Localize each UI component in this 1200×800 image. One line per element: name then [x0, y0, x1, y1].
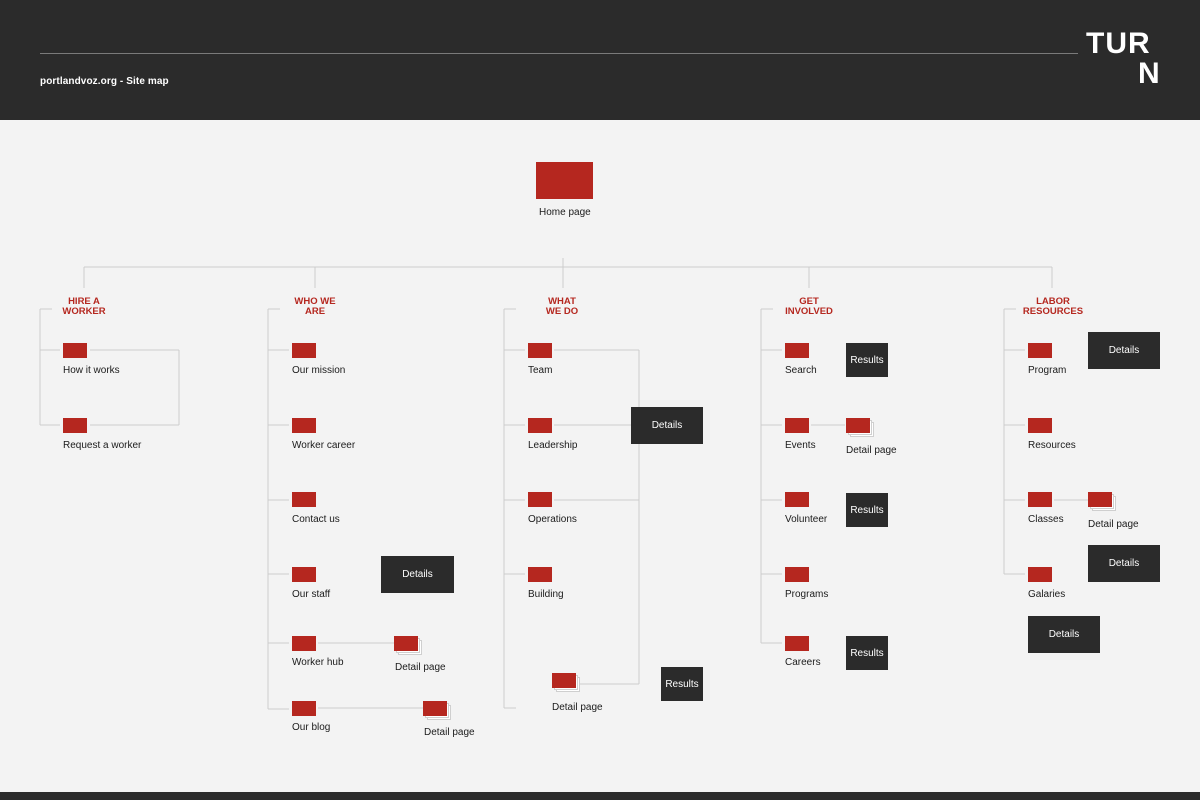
- page-thumbnail[interactable]: [292, 567, 316, 582]
- category-get-involved: GET INVOLVED: [764, 297, 854, 317]
- page-label-operations: Operations: [528, 514, 577, 525]
- category-hire-a-worker: HIRE A WORKER: [39, 297, 129, 317]
- page-label-classes: Classes: [1028, 514, 1064, 525]
- page-label-events: Events: [785, 440, 816, 451]
- page-label-our-staff: Our staff: [292, 589, 331, 600]
- category-line2: INVOLVED: [785, 306, 833, 317]
- details-box[interactable]: Details: [1088, 332, 1160, 369]
- detail-page-stack[interactable]: [423, 701, 451, 720]
- category-who-we-are: WHO WE ARE: [270, 297, 360, 317]
- category-line2: ARE: [304, 306, 326, 317]
- detail-page-stack[interactable]: [552, 673, 580, 692]
- page-thumbnail[interactable]: [292, 701, 316, 716]
- connector-lines: [39, 258, 1088, 710]
- page-label-contact-us: Contact us: [292, 514, 340, 525]
- page-thumbnail[interactable]: [292, 636, 316, 651]
- category-line2: WORKER: [62, 306, 106, 317]
- details-box[interactable]: Details: [1028, 616, 1100, 653]
- page-label-our-blog: Our blog: [292, 722, 331, 733]
- page-label-leadership: Leadership: [528, 440, 578, 451]
- page-thumbnail[interactable]: [785, 418, 809, 433]
- page-thumbnail[interactable]: [1028, 567, 1052, 582]
- page-label-worker-career: Worker career: [292, 440, 356, 451]
- detail-page-stack[interactable]: [394, 636, 422, 655]
- page-thumbnail[interactable]: [785, 567, 809, 582]
- category-what-we-do: WHAT WE DO: [517, 297, 607, 317]
- detail-page-stack[interactable]: [846, 418, 874, 437]
- page-thumbnail[interactable]: [292, 492, 316, 507]
- results-box[interactable]: Results: [846, 493, 888, 527]
- page-thumbnail[interactable]: [292, 418, 316, 433]
- detail-page-stack[interactable]: [1088, 492, 1116, 511]
- results-box[interactable]: Results: [846, 343, 888, 377]
- page-thumbnail[interactable]: [1028, 492, 1052, 507]
- page-thumbnail[interactable]: [785, 636, 809, 651]
- page-thumbnail[interactable]: [1028, 343, 1052, 358]
- page-thumbnail[interactable]: [528, 418, 552, 433]
- page-label-programs: Programs: [785, 589, 829, 600]
- category-line2: RESOURCES: [1022, 306, 1084, 317]
- page-label-our-mission: Our mission: [292, 365, 346, 376]
- page-thumbnail[interactable]: [528, 343, 552, 358]
- detail-page-label: Detail page: [552, 702, 603, 713]
- detail-page-label: Detail page: [395, 662, 446, 673]
- page-thumbnail[interactable]: [528, 567, 552, 582]
- results-box[interactable]: Results: [661, 667, 703, 701]
- footer-bar: [0, 792, 1200, 800]
- details-box[interactable]: Details: [631, 407, 703, 444]
- details-box[interactable]: Details: [381, 556, 454, 593]
- page-thumbnail[interactable]: [63, 343, 87, 358]
- page-label-careers: Careers: [785, 657, 821, 668]
- page-thumbnail[interactable]: [1028, 418, 1052, 433]
- home-page-thumbnail[interactable]: [536, 162, 593, 199]
- page-thumbnail[interactable]: [785, 492, 809, 507]
- category-line2: WE DO: [545, 306, 579, 317]
- page-thumbnail[interactable]: [528, 492, 552, 507]
- page-label-request-a-worker: Request a worker: [63, 440, 142, 451]
- page-label-building: Building: [528, 589, 564, 600]
- results-box[interactable]: Results: [846, 636, 888, 670]
- page-label-search: Search: [785, 365, 817, 376]
- home-page-label: Home page: [539, 207, 591, 218]
- page-thumbnail[interactable]: [292, 343, 316, 358]
- page-label-how-it-works: How it works: [63, 365, 120, 376]
- detail-page-label: Detail page: [846, 445, 897, 456]
- page-thumbnail[interactable]: [63, 418, 87, 433]
- category-labor-resources: LABOR RESOURCES: [1008, 297, 1098, 317]
- details-box[interactable]: Details: [1088, 545, 1160, 582]
- detail-page-label: Detail page: [424, 727, 475, 738]
- page-label-team: Team: [528, 365, 553, 376]
- page-label-worker-hub: Worker hub: [292, 657, 344, 668]
- detail-page-label: Detail page: [1088, 519, 1139, 530]
- page-label-volunteer: Volunteer: [785, 514, 828, 525]
- page-label-program: Program: [1028, 365, 1067, 376]
- page-thumbnail[interactable]: [785, 343, 809, 358]
- page-label-galaries: Galaries: [1028, 589, 1066, 600]
- page-label-resources: Resources: [1028, 440, 1076, 451]
